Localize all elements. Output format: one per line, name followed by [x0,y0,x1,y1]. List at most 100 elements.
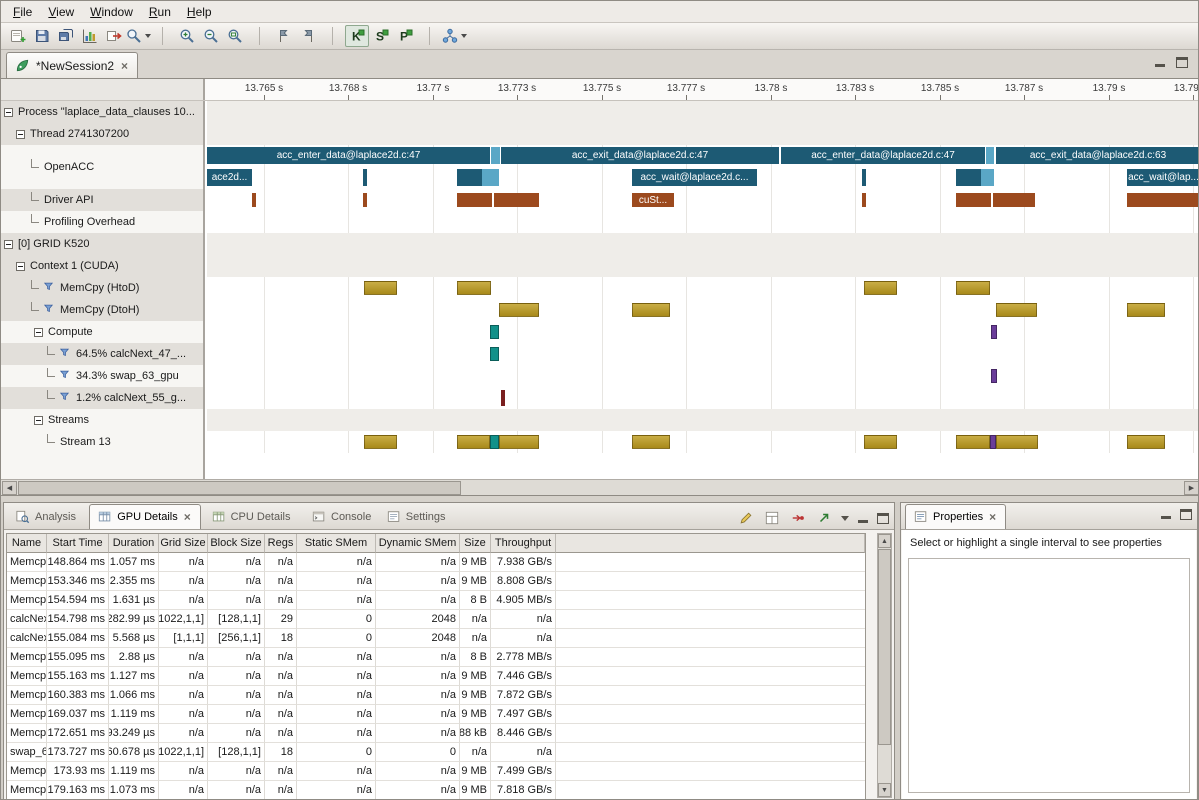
tree-row[interactable]: Stream 13 [1,431,203,453]
tab-console[interactable]: Console [304,504,379,529]
column-header-block-size[interactable]: Block Size [208,534,265,553]
tab-cpu-details[interactable]: CPU Details [204,504,299,529]
session-tab[interactable]: *NewSession2 × [6,52,138,78]
timeline-bar[interactable] [482,169,499,186]
collapse-toggle-icon[interactable] [34,328,43,337]
minimize-icon[interactable] [1160,509,1172,520]
timeline-bar[interactable] [1127,193,1199,207]
timeline-bar[interactable] [993,193,1035,207]
tree-row[interactable]: Driver API [1,189,203,211]
save-button[interactable] [30,25,54,47]
tree-row[interactable]: MemCpy (DtoH) [1,299,203,321]
tree-row[interactable]: MemCpy (HtoD) [1,277,203,299]
tree-row[interactable]: Profiling Overhead [1,211,203,233]
scrollbar-thumb[interactable] [18,481,461,495]
timeline-bar[interactable] [996,303,1037,317]
collapse-toggle-icon[interactable] [34,416,43,425]
collapse-toggle-icon[interactable] [16,130,25,139]
column-header-duration[interactable]: Duration [109,534,159,553]
column-header-static-smem[interactable]: Static SMem [297,534,376,553]
timeline-bar[interactable] [981,169,994,186]
tree-row[interactable]: 64.5% calcNext_47_... [1,343,203,365]
timeline-bar[interactable] [499,435,539,449]
timeline-bar[interactable] [501,390,505,406]
tab-gpu-details[interactable]: GPU Details× [89,504,201,529]
timeline-bar[interactable]: ace2d... [207,169,252,186]
timeline-bar[interactable]: acc_enter_data@laplace2d.c:47 [207,147,490,164]
pen-button[interactable] [737,509,755,527]
timeline-bar[interactable] [1127,303,1165,317]
menu-run[interactable]: Run [141,2,179,22]
menu-help[interactable]: Help [179,2,220,22]
table-row[interactable]: Memcpy169.037 ms1.119 msn/an/an/an/an/a9… [7,705,865,724]
table-row[interactable]: Memcpy172.651 ms93.249 µsn/an/an/an/an/a… [7,724,865,743]
table-row[interactable]: Memcpy155.095 ms2.88 µsn/an/an/an/an/a8 … [7,648,865,667]
kernel-toggle-button[interactable]: K [345,25,369,47]
chevron-down-icon[interactable] [145,34,151,38]
table-row[interactable]: Memcpy154.594 ms1.631 µsn/an/an/an/an/a8… [7,591,865,610]
timeline-bar[interactable]: acc_exit_data@laplace2d.c:47 [501,147,779,164]
analysis-button[interactable] [442,25,466,47]
table-row[interactable]: calcNext154.798 ms282.99 µs1022,1,1][128… [7,610,865,629]
tab-properties[interactable]: Properties × [905,504,1006,529]
timeline-bar[interactable] [996,435,1038,449]
timeline-bar[interactable] [862,193,866,207]
timeline-bar[interactable]: acc_wait@laplace2d.c... [632,169,757,186]
timeline-bar[interactable] [457,169,482,186]
timeline-bar[interactable] [956,281,990,295]
scroll-down-icon[interactable]: ▼ [878,783,891,797]
tree-row[interactable]: 1.2% calcNext_55_g... [1,387,203,409]
column-header-start-time[interactable]: Start Time [47,534,109,553]
close-icon[interactable]: × [988,510,997,524]
tree-row[interactable]: Thread 2741307200 [1,123,203,145]
maximize-icon[interactable] [1180,509,1192,520]
column-header-grid-size[interactable]: Grid Size [159,534,208,553]
table-row[interactable]: Memcpy155.163 ms1.127 msn/an/an/an/an/a9… [7,667,865,686]
column-header-regs[interactable]: Regs [265,534,297,553]
scroll-up-icon[interactable]: ▲ [878,534,891,548]
import-red-button[interactable] [789,509,807,527]
table-row[interactable]: swap_63173.727 ms60.678 µs1022,1,1][128,… [7,743,865,762]
save-all-button[interactable] [54,25,78,47]
table-row[interactable]: Memcpy173.93 ms1.119 msn/an/an/an/an/a9 … [7,762,865,781]
scroll-right-icon[interactable]: ▶ [1184,481,1199,495]
table-scroll-thumb[interactable] [878,549,891,745]
tree-row[interactable]: 34.3% swap_63_gpu [1,365,203,387]
timeline-bar[interactable] [494,193,539,207]
column-header-dynamic-smem[interactable]: Dynamic SMem [376,534,460,553]
minimize-icon[interactable] [1154,57,1166,68]
view-menu-chevron-icon[interactable] [841,516,849,521]
table-vertical-scrollbar[interactable]: ▲ ▼ [877,533,892,798]
timeline-bar[interactable] [632,303,670,317]
menu-view[interactable]: View [40,2,82,22]
export-button[interactable] [102,25,126,47]
timeline-bar[interactable] [956,435,990,449]
timeline-bar[interactable] [986,147,994,164]
menu-window[interactable]: Window [82,2,141,22]
close-icon[interactable]: × [120,59,129,73]
timeline-bar[interactable] [363,193,367,207]
stream-toggle-button[interactable]: S [369,25,393,47]
timeline-bar[interactable] [1127,435,1165,449]
zoom-fit-button[interactable] [223,25,247,47]
process-toggle-button[interactable]: P [393,25,417,47]
timeline-bar[interactable] [862,169,866,186]
scroll-left-icon[interactable]: ◀ [2,481,17,495]
table-row[interactable]: Memcpy179.163 ms1.073 msn/an/an/an/an/a9… [7,781,865,800]
tree-row[interactable]: OpenACC [1,145,203,189]
close-icon[interactable]: × [183,510,192,524]
table-row[interactable]: Memcpy148.864 ms1.057 msn/an/an/an/an/a9… [7,553,865,572]
tree-row[interactable]: Streams [1,409,203,431]
tree-row[interactable]: Process "laplace_data_clauses 10... [1,101,203,123]
timeline-bar[interactable] [991,369,997,383]
timeline-bar[interactable]: acc_enter_data@laplace2d.c:47 [781,147,985,164]
new-session-button[interactable] [6,25,30,47]
chart-button[interactable] [78,25,102,47]
timeline-bar[interactable] [457,193,492,207]
horizontal-scrollbar[interactable]: ◀ ▶ [1,479,1199,495]
timeline-bar[interactable] [491,147,500,164]
timeline-bar[interactable] [364,281,397,295]
table-row[interactable]: Memcpy153.346 ms2.355 msn/an/an/an/an/a9… [7,572,865,591]
layout-button[interactable] [763,509,781,527]
export-green-button[interactable] [815,509,833,527]
